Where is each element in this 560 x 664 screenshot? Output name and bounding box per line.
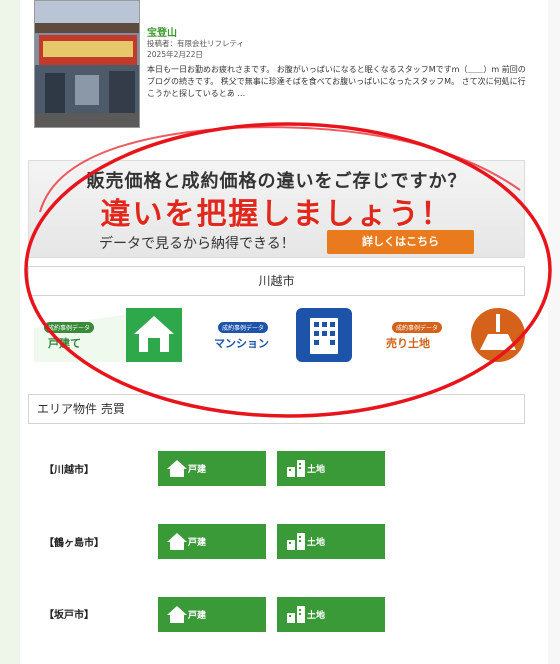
category-banner-mansion[interactable]: 成約事例データ マンション — [208, 308, 358, 362]
category-tag: 成約事例データ — [218, 322, 269, 333]
category-name: 戸建て — [48, 337, 81, 350]
category-banner-house[interactable]: 成約事例データ 戸建て — [34, 308, 184, 362]
area-label-sakado: 【坂戸市】 — [44, 610, 94, 621]
land-button-label: 土地 — [307, 611, 326, 621]
banner-subcopy: データで見るから納得できる！ — [99, 236, 295, 252]
area-properties-heading: エリア物件 売買 — [28, 394, 525, 424]
building-icon — [296, 308, 352, 362]
area-label-kawagoe: 【川越市】 — [44, 465, 94, 476]
post-excerpt: 本日も一日お勤めお疲れさまです。 お腹がいっぱいになると眠くなるスタッフMですm… — [147, 65, 526, 98]
city-selector-bar[interactable]: 川越市 — [28, 266, 525, 296]
house-button-label: 戸建 — [188, 465, 207, 475]
land-button-label: 土地 — [307, 465, 326, 475]
left-margin-stripe — [0, 0, 20, 664]
details-button[interactable]: 詳しくはこちら — [327, 230, 474, 254]
house-button-label: 戸建 — [188, 611, 207, 621]
post-date: 2025年2月22日 — [147, 50, 203, 59]
category-banner-land[interactable]: 成約事例データ 売り土地 — [382, 308, 532, 362]
tsurugashima-land-button[interactable]: 土地 — [277, 524, 385, 559]
sakado-land-button[interactable]: 土地 — [277, 597, 385, 632]
category-tag: 成約事例データ — [44, 322, 95, 333]
land-button-label: 土地 — [307, 538, 326, 548]
right-margin-stripe — [548, 0, 560, 664]
area-label-tsurugashima: 【鶴ヶ島市】 — [44, 538, 104, 549]
blog-post-card[interactable]: 宝登山 投稿者：有限会社リフレティ 2025年2月22日 本日も一日お勤めお疲れ… — [34, 0, 534, 130]
house-icon — [167, 533, 187, 550]
house-button-label: 戸建 — [188, 538, 207, 548]
post-title[interactable]: 宝登山 — [147, 24, 177, 39]
land-icon — [287, 460, 305, 477]
tsurugashima-house-button[interactable]: 戸建 — [158, 524, 266, 559]
sakado-house-button[interactable]: 戸建 — [158, 597, 266, 632]
house-icon — [126, 308, 182, 362]
post-thumbnail[interactable] — [34, 0, 140, 128]
category-name: マンション — [214, 337, 269, 350]
category-name: 売り土地 — [386, 337, 430, 350]
post-author: 投稿者：有限会社リフレティ — [147, 39, 245, 48]
land-icon — [287, 533, 305, 550]
price-comparison-banner[interactable]: 販売価格と成約価格の違いをご存じですか？ 違いを把握しましょう！ データで見るか… — [28, 160, 525, 258]
banner-main-copy: 違いを把握しましょう！ — [100, 197, 453, 232]
house-icon — [167, 606, 187, 623]
kawagoe-land-button[interactable]: 土地 — [277, 451, 385, 486]
land-icon — [470, 308, 526, 362]
category-tag: 成約事例データ — [392, 322, 443, 333]
house-icon — [167, 460, 187, 477]
land-icon — [287, 606, 305, 623]
kawagoe-house-button[interactable]: 戸建 — [158, 451, 266, 486]
